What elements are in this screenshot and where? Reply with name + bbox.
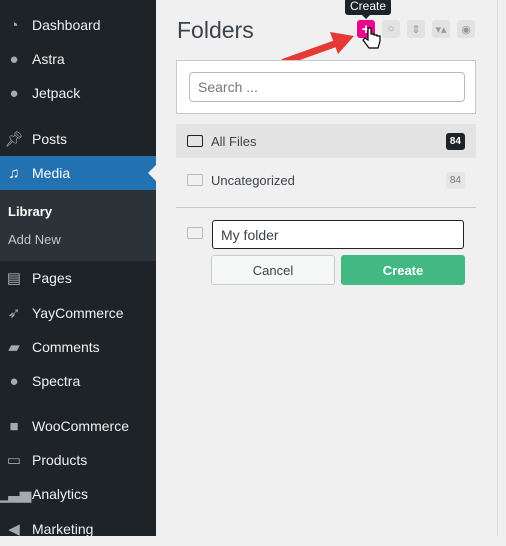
menu-woocommerce[interactable]: ■ WooCommerce: [0, 409, 156, 443]
menu-dashboard[interactable]: ◔ Dashboard: [0, 8, 156, 42]
submenu-library[interactable]: Library: [8, 204, 52, 219]
circle-icon: ○: [387, 23, 395, 35]
count-badge: 84: [445, 132, 465, 150]
folder-icon: [187, 227, 203, 239]
menu-label: Posts: [32, 131, 68, 147]
folder-icon: [187, 174, 203, 186]
menu-label: Spectra: [32, 373, 81, 389]
folder-uncategorized[interactable]: Uncategorized 84: [176, 163, 476, 197]
bar-chart-icon: ▁▃▅: [0, 486, 32, 503]
collapse-button[interactable]: ⇕: [407, 20, 425, 38]
tooltip: Create: [345, 0, 392, 19]
astra-icon: ●: [9, 50, 19, 68]
create-button[interactable]: Create: [341, 255, 465, 285]
settings-button[interactable]: ○: [382, 20, 400, 38]
menu-label: YayCommerce: [32, 305, 124, 321]
search-input[interactable]: [189, 72, 465, 102]
archive-icon: ▭: [6, 452, 22, 469]
visibility-button[interactable]: ◉: [457, 20, 475, 38]
megaphone-icon: ◀: [8, 521, 20, 538]
sort-button[interactable]: ▾▴: [432, 20, 450, 38]
menu-label: Astra: [32, 51, 65, 67]
comment-icon: ▰: [8, 339, 20, 356]
menu-analytics[interactable]: ▁▃▅ Analytics: [0, 477, 156, 511]
hand-cursor-icon: [362, 27, 381, 49]
search-panel: [176, 60, 476, 114]
panel-border: [497, 0, 498, 536]
admin-sidebar: ◔ Dashboard ● Astra ● Jetpack 📌︎ Posts ♫ Medi…: [0, 0, 156, 538]
count-badge: 84: [445, 171, 465, 189]
menu-spectra[interactable]: ● Spectra: [0, 364, 156, 398]
folder-icon: [187, 135, 203, 147]
media-icon: ♫: [8, 164, 20, 182]
menu-label: Comments: [32, 339, 100, 355]
media-submenu: Library Add New: [0, 190, 156, 261]
menu-label: Media: [32, 165, 71, 181]
menu-astra[interactable]: ● Astra: [0, 42, 156, 76]
menu-products[interactable]: ▭ Products: [0, 443, 156, 477]
jetpack-icon: ●: [9, 84, 19, 102]
menu-label: Analytics: [32, 486, 89, 502]
menu-label: Products: [32, 452, 88, 468]
menu-label: Marketing: [32, 521, 94, 537]
collapse-icon: ⇕: [411, 23, 421, 36]
menu-pages[interactable]: ▤ Pages: [0, 261, 156, 295]
menu-posts[interactable]: 📌︎ Posts: [0, 122, 156, 156]
folder-label: All Files: [211, 133, 257, 149]
menu-label: Pages: [32, 270, 72, 286]
folder-all-files[interactable]: All Files 84: [176, 124, 476, 158]
divider: [176, 207, 476, 208]
menu-media[interactable]: ♫ Media: [0, 156, 156, 190]
menu-yaycommerce[interactable]: ➶ YayCommerce: [0, 296, 156, 330]
pages-icon: ▤: [6, 270, 22, 287]
menu-marketing[interactable]: ◀ Marketing: [0, 512, 156, 546]
submenu-add-new[interactable]: Add New: [8, 232, 61, 247]
menu-jetpack[interactable]: ● Jetpack: [0, 76, 156, 110]
yaycommerce-icon: ➶: [7, 305, 21, 322]
new-folder-name-input[interactable]: [212, 220, 464, 249]
cancel-button[interactable]: Cancel: [211, 255, 335, 285]
menu-label: Dashboard: [32, 17, 101, 33]
menu-label: WooCommerce: [32, 418, 129, 434]
woo-icon: ■: [9, 417, 19, 435]
menu-comments[interactable]: ▰ Comments: [0, 330, 156, 364]
folder-label: Uncategorized: [211, 172, 295, 188]
dashboard-icon: ◔: [9, 16, 19, 34]
page-title: Folders: [177, 17, 254, 43]
eye-icon: ◉: [461, 23, 471, 36]
sort-icon: ▾▴: [435, 23, 447, 36]
spectra-icon: ●: [9, 372, 19, 390]
menu-label: Jetpack: [32, 85, 81, 101]
pin-icon: 📌︎: [4, 131, 24, 148]
